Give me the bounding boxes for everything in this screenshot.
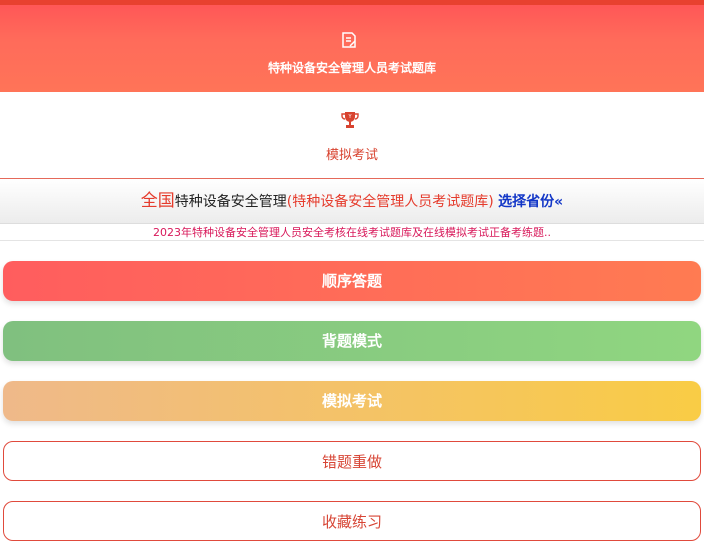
sequential-answer-button[interactable]: 顺序答题: [3, 261, 701, 301]
mock-exam-button[interactable]: 模拟考试: [3, 381, 701, 421]
category-name: 特种设备安全管理: [174, 194, 287, 210]
question-bank-name: (特种设备安全管理人员考试题库): [286, 194, 494, 210]
wrong-redo-button[interactable]: 错题重做: [3, 441, 701, 481]
app-title: 特种设备安全管理人员考试题库: [267, 61, 436, 75]
choose-province-link[interactable]: 选择省份«: [498, 194, 563, 210]
notice-text: 2023年特种设备安全管理人员安全考核在线考试题库及在线模拟考试正备考练题..: [0, 224, 704, 241]
edit-note-icon: [342, 32, 356, 48]
favorites-practice-button[interactable]: 收藏练习: [3, 501, 701, 541]
app-header: 特种设备安全管理人员考试题库: [0, 0, 704, 92]
mock-exam-label: 模拟考试: [325, 148, 378, 163]
region-name: 全国: [140, 191, 175, 211]
trophy-icon: Y: [341, 112, 359, 128]
memorize-mode-button[interactable]: 背题模式: [3, 321, 701, 361]
province-bar: 全国特种设备安全管理(特种设备安全管理人员考试题库) 选择省份«: [0, 178, 704, 224]
mock-exam-shortcut[interactable]: [0, 92, 704, 178]
